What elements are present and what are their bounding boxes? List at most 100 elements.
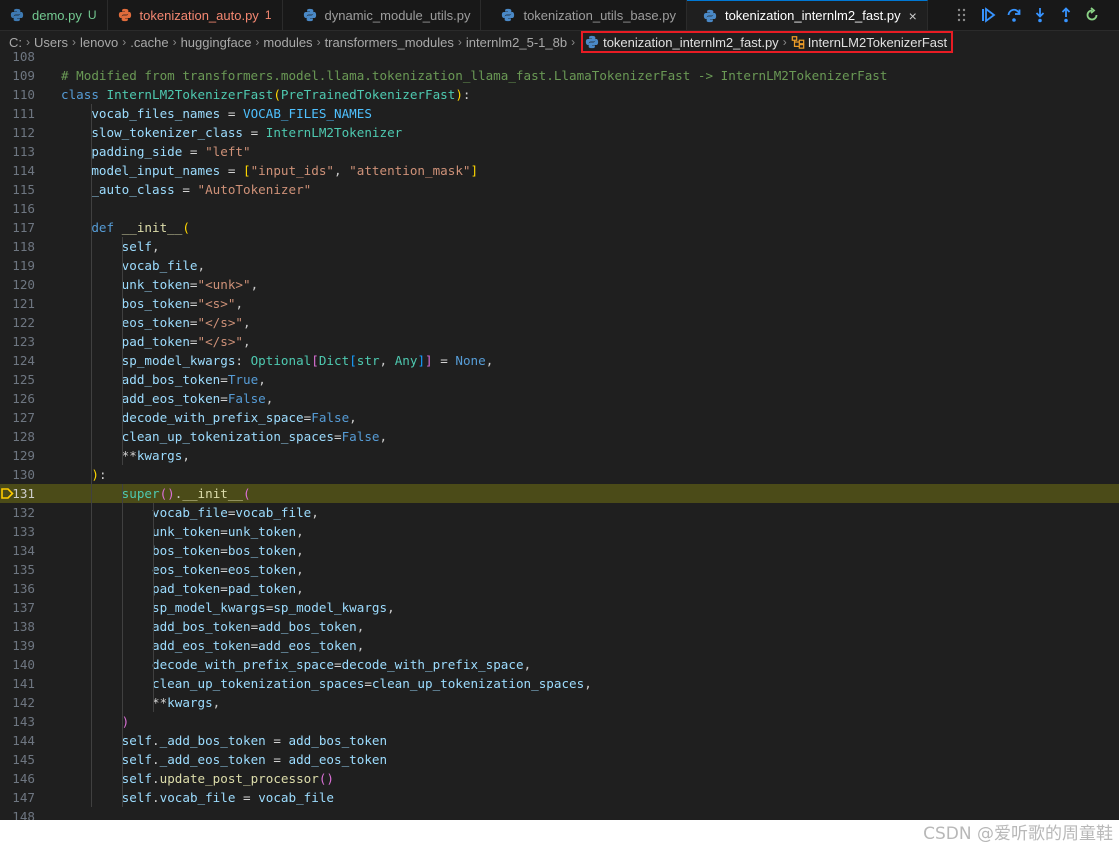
code-line[interactable]: 130 ): (0, 465, 1119, 484)
line-number[interactable]: 122 (0, 313, 35, 332)
tab-tokenization-utils-base[interactable]: tokenization_utils_base.py (481, 0, 687, 30)
code-line[interactable]: 125 add_bos_token=True, (0, 370, 1119, 389)
line-number[interactable]: 142 (0, 693, 35, 712)
continue-icon[interactable] (979, 6, 997, 24)
code-line[interactable]: 147 self.vocab_file = vocab_file (0, 788, 1119, 807)
line-number[interactable]: 134 (0, 541, 35, 560)
code-line[interactable]: 136 pad_token=pad_token, (0, 579, 1119, 598)
code-line[interactable]: 145 self._add_eos_token = add_eos_token (0, 750, 1119, 769)
code-line[interactable]: 135 eos_token=eos_token, (0, 560, 1119, 579)
code-line[interactable]: 132 vocab_file=vocab_file, (0, 503, 1119, 522)
line-number[interactable]: 145 (0, 750, 35, 769)
code-line[interactable]: 133 unk_token=unk_token, (0, 522, 1119, 541)
code-line[interactable]: 127 decode_with_prefix_space=False, (0, 408, 1119, 427)
tab-tokenization-internlm2-fast[interactable]: tokenization_internlm2_fast.py × (686, 0, 928, 30)
tab-demo[interactable]: demo.py U (0, 0, 108, 30)
code-line[interactable]: 134 bos_token=bos_token, (0, 541, 1119, 560)
line-number[interactable]: 148 (0, 807, 35, 820)
line-number[interactable]: 128 (0, 427, 35, 446)
line-number[interactable]: 135 (0, 560, 35, 579)
line-number[interactable]: 120 (0, 275, 35, 294)
step-out-icon[interactable] (1057, 6, 1075, 24)
code-line[interactable]: 117 def __init__( (0, 218, 1119, 237)
code-line[interactable]: 118 self, (0, 237, 1119, 256)
line-number[interactable]: 129 (0, 446, 35, 465)
line-number[interactable]: 125 (0, 370, 35, 389)
tab-dynamic-module-utils[interactable]: dynamic_module_utils.py (282, 0, 482, 30)
code-line[interactable]: 143 ) (0, 712, 1119, 731)
code-token: eos_token (227, 562, 297, 577)
line-number[interactable]: 113 (0, 142, 35, 161)
code-text: ) (61, 712, 130, 731)
code-line[interactable]: 139 add_eos_token=add_eos_token, (0, 636, 1119, 655)
line-number[interactable]: 127 (0, 408, 35, 427)
line-number[interactable]: 137 (0, 598, 35, 617)
code-line[interactable]: 140 decode_with_prefix_space=decode_with… (0, 655, 1119, 674)
line-number[interactable]: 110 (0, 85, 35, 104)
code-line[interactable]: 109 # Modified from transformers.model.ll… (0, 66, 1119, 85)
code-line[interactable]: 116 (0, 199, 1119, 218)
code-editor[interactable]: 108 109 # Modified from transformers.model… (0, 47, 1119, 820)
line-number[interactable]: 112 (0, 123, 35, 142)
code-line[interactable]: 123 pad_token="</s>", (0, 332, 1119, 351)
line-number[interactable]: 108 (0, 47, 35, 66)
code-line[interactable]: 119 vocab_file, (0, 256, 1119, 275)
code-line[interactable]: 124 sp_model_kwargs: Optional[Dict[str, … (0, 351, 1119, 370)
step-over-icon[interactable] (1005, 6, 1023, 24)
code-line[interactable]: 121 bos_token="<s>", (0, 294, 1119, 313)
line-number[interactable]: 124 (0, 351, 35, 370)
line-number[interactable]: 136 (0, 579, 35, 598)
code-line[interactable]: 142 **kwargs, (0, 693, 1119, 712)
line-number[interactable]: 109 (0, 66, 35, 85)
line-number[interactable]: 144 (0, 731, 35, 750)
code-line[interactable]: 146 self.update_post_processor() (0, 769, 1119, 788)
code-line[interactable]: 137 sp_model_kwargs=sp_model_kwargs, (0, 598, 1119, 617)
line-number[interactable]: 146 (0, 769, 35, 788)
line-number[interactable]: 121 (0, 294, 35, 313)
line-number[interactable]: 133 (0, 522, 35, 541)
line-number[interactable]: 115 (0, 180, 35, 199)
line-number[interactable]: 111 (0, 104, 35, 123)
code-line[interactable]: 111 vocab_files_names = VOCAB_FILES_NAME… (0, 104, 1119, 123)
code-line[interactable]: 129 **kwargs, (0, 446, 1119, 465)
close-tab-icon[interactable]: × (909, 8, 917, 24)
line-number[interactable]: 147 (0, 788, 35, 807)
line-number[interactable]: 119 (0, 256, 35, 275)
code-line[interactable]: 110 class InternLM2TokenizerFast(PreTrain… (0, 85, 1119, 104)
line-number[interactable]: 130 (0, 465, 35, 484)
code-line[interactable]: 131 super().__init__( (0, 484, 1119, 503)
code-line[interactable]: 114 model_input_names = ["input_ids", "a… (0, 161, 1119, 180)
line-number[interactable]: 140 (0, 655, 35, 674)
code-line[interactable]: 120 unk_token="<unk>", (0, 275, 1119, 294)
code-line[interactable]: 128 clean_up_tokenization_spaces=False, (0, 427, 1119, 446)
code-token: unk_token (152, 524, 221, 539)
line-number[interactable]: 116 (0, 199, 35, 218)
line-number[interactable]: 141 (0, 674, 35, 693)
code-line[interactable]: 138 add_bos_token=add_bos_token, (0, 617, 1119, 636)
restart-icon[interactable] (1083, 6, 1101, 24)
line-number[interactable]: 118 (0, 237, 35, 256)
code-line[interactable]: 112 slow_tokenizer_class = InternLM2Toke… (0, 123, 1119, 142)
code-line[interactable]: 108 (0, 47, 1119, 66)
code-line[interactable]: 126 add_eos_token=False, (0, 389, 1119, 408)
code-line[interactable]: 122 eos_token="</s>", (0, 313, 1119, 332)
code-line[interactable]: 141 clean_up_tokenization_spaces=clean_u… (0, 674, 1119, 693)
tab-tokenization-auto[interactable]: tokenization_auto.py 1 (107, 0, 283, 30)
line-number[interactable]: 123 (0, 332, 35, 351)
line-number[interactable]: 143 (0, 712, 35, 731)
step-into-icon[interactable] (1031, 6, 1049, 24)
code-line[interactable]: 144 self._add_bos_token = add_bos_token (0, 731, 1119, 750)
code-line[interactable]: 113 padding_side = "left" (0, 142, 1119, 161)
line-number[interactable]: 132 (0, 503, 35, 522)
line-number[interactable]: 114 (0, 161, 35, 180)
line-number[interactable]: 139 (0, 636, 35, 655)
line-number[interactable]: 138 (0, 617, 35, 636)
line-number[interactable]: 126 (0, 389, 35, 408)
drag-handle-icon[interactable] (953, 6, 971, 24)
code-line[interactable]: 115 _auto_class = "AutoTokenizer" (0, 180, 1119, 199)
line-number[interactable]: 117 (0, 218, 35, 237)
code-token: ) (455, 87, 463, 102)
